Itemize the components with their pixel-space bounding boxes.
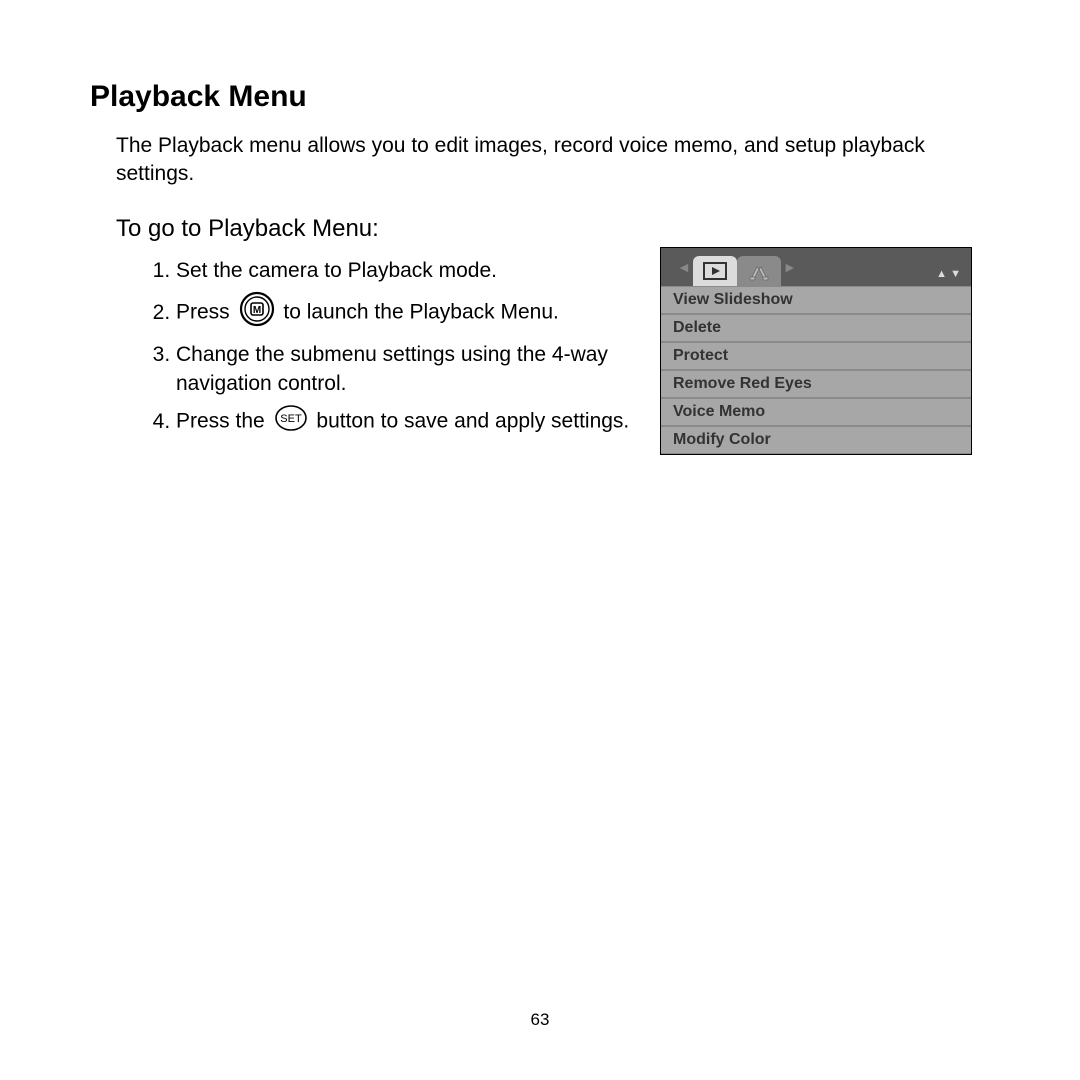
tab-arrow-left-icon: ◄ xyxy=(675,259,693,275)
step-4: Press the SET button to save and apply s… xyxy=(176,404,696,440)
menu-item-voice-memo: Voice Memo xyxy=(661,398,971,426)
step-2: Press M to launch the Playback Menu. xyxy=(176,291,696,335)
menu-item-view-slideshow: View Slideshow xyxy=(661,286,971,314)
step-4-text-b: button to save and apply settings. xyxy=(316,410,629,433)
menu-item-protect: Protect xyxy=(661,342,971,370)
set-button-icon: SET xyxy=(274,404,308,440)
step-3: Change the submenu settings using the 4-… xyxy=(176,341,696,398)
tab-arrow-right-icon: ► xyxy=(781,259,799,275)
menu-item-delete: Delete xyxy=(661,314,971,342)
tab-bar: ◄ ► ▲ ▼ xyxy=(661,248,971,286)
step-2-text-a: Press xyxy=(176,301,236,324)
svg-text:SET: SET xyxy=(280,413,302,425)
subheading: To go to Playback Menu: xyxy=(116,215,990,243)
camera-menu-screenshot: ◄ ► ▲ ▼ View Slideshow Delete Protect Re… xyxy=(660,247,972,455)
settings-tab xyxy=(737,256,781,286)
nav-updown-icon: ▲ ▼ xyxy=(936,268,961,280)
svg-text:M: M xyxy=(252,305,260,316)
menu-button-icon: M xyxy=(239,291,275,335)
steps-list: Set the camera to Playback mode. Press M… xyxy=(148,257,696,441)
page-title: Playback Menu xyxy=(90,80,990,114)
playback-tab xyxy=(693,256,737,286)
step-2-text-b: to launch the Playback Menu. xyxy=(283,301,559,324)
menu-item-modify-color: Modify Color xyxy=(661,426,971,454)
step-1: Set the camera to Playback mode. xyxy=(176,257,696,285)
page-number: 63 xyxy=(0,1010,1080,1030)
step-4-text-a: Press the xyxy=(176,410,271,433)
intro-paragraph: The Playback menu allows you to edit ima… xyxy=(116,132,990,189)
menu-item-remove-red-eyes: Remove Red Eyes xyxy=(661,370,971,398)
